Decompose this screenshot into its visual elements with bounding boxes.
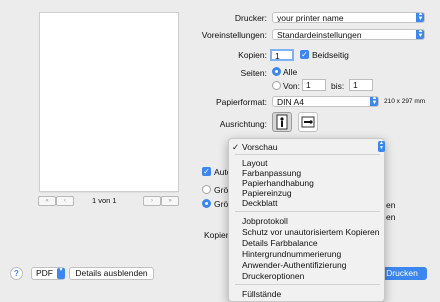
pdf-label: PDF [36, 268, 53, 278]
print-preview-page [40, 13, 178, 191]
presets-select[interactable]: Standardeinstellungen ▲ ▼ [272, 29, 425, 40]
menu-item-kopierschutz[interactable]: Schutz vor unautorisiertem Kopieren [242, 227, 380, 237]
menu-item-vorschau[interactable]: Vorschau [242, 142, 277, 152]
menu-item-farbanpassung[interactable]: Farbanpassung [242, 168, 301, 178]
orientation-portrait-button[interactable] [272, 112, 292, 132]
menu-item-layout[interactable]: Layout [242, 158, 268, 168]
menu-item-anwender-authentifizierung[interactable]: Anwender-Authentifizierung [242, 260, 346, 270]
printer-value: your printer name [277, 13, 344, 23]
first-page-button[interactable]: « [38, 196, 56, 206]
copies-label: Kopien: [238, 50, 267, 60]
scale-option-radio-2[interactable] [202, 199, 211, 208]
help-button[interactable]: ? [10, 267, 23, 280]
scale-option-radio-1[interactable] [202, 185, 211, 194]
orientation-label: Ausrichtung: [219, 119, 267, 129]
pages-all-label: Alle [283, 67, 298, 77]
pages-to-input[interactable]: 1 [349, 79, 373, 91]
page-counter: 1 von 1 [92, 196, 117, 205]
duplex-label: Beidseitig [312, 50, 349, 60]
chevron-updown-icon: ▲ ▼ [370, 96, 378, 106]
scale-option-label-2: Grö [214, 199, 229, 209]
menu-separator [235, 154, 380, 155]
chevron-updown-icon: ▲ ▼ [416, 12, 424, 22]
menu-item-papiereinzug[interactable]: Papiereinzug [242, 188, 292, 198]
copies-input[interactable]: 1 [270, 49, 294, 61]
pages-label: Seiten: [240, 68, 267, 78]
menu-separator [235, 284, 380, 285]
pages-from-label: Von: [283, 81, 301, 91]
menu-item-hintergrundnummerierung[interactable]: Hintergrundnummerierung [242, 249, 341, 259]
auto-rotate-checkbox[interactable]: ✓ [202, 167, 211, 176]
scale-option-label-1-end: en [386, 200, 396, 210]
pages-from-input[interactable]: 1 [302, 79, 326, 91]
scale-option-label-2-end: en [386, 212, 396, 222]
menu-item-druckeroptionen[interactable]: Druckeroptionen [242, 271, 304, 281]
printer-label: Drucker: [234, 13, 267, 23]
scale-option-label-1: Grö [214, 185, 229, 195]
options-menu: ✓ Vorschau ▲ ▼ Layout Farbanpassung Papie… [228, 138, 385, 302]
menu-item-jobprotokoll[interactable]: Jobprotokoll [242, 216, 288, 226]
paper-dimensions: 210 x 297 mm [384, 98, 426, 105]
orientation-landscape-button[interactable] [298, 112, 318, 132]
presets-label: Voreinstellungen: [201, 30, 267, 40]
menu-item-farbbalance[interactable]: Details Farbbalance [242, 238, 318, 248]
copies-per-page-label: Kopien [204, 230, 231, 240]
paper-size-label: Papierformat: [215, 97, 267, 107]
menu-item-deckblatt[interactable]: Deckblatt [242, 198, 277, 208]
landscape-icon [301, 116, 315, 128]
menu-separator [235, 211, 380, 212]
pages-all-radio[interactable] [272, 67, 281, 76]
menu-item-fuellstaende[interactable]: Füllstände [242, 289, 281, 299]
hide-details-button[interactable]: Details ausblenden [69, 267, 154, 280]
pages-to-label: bis: [331, 81, 345, 91]
chevron-updown-icon: ▲ ▼ [378, 140, 385, 152]
menu-item-papierhandhabung[interactable]: Papierhandhabung [242, 178, 314, 188]
paper-size-select[interactable]: DIN A4 ▲ ▼ [272, 96, 379, 107]
last-page-button[interactable]: » [161, 196, 179, 206]
next-page-button[interactable]: › [143, 196, 161, 206]
printer-select[interactable]: your printer name ▲ ▼ [272, 12, 425, 23]
checkmark-icon: ✓ [232, 142, 240, 152]
portrait-icon [276, 114, 288, 130]
pdf-menu-button[interactable]: PDF ▼ [31, 267, 65, 280]
previous-page-button[interactable]: ‹ [56, 196, 74, 206]
duplex-checkbox[interactable]: ✓ [300, 50, 309, 59]
presets-value: Standardeinstellungen [277, 30, 362, 40]
pages-range-radio[interactable] [272, 81, 281, 90]
chevron-updown-icon: ▲ ▼ [416, 29, 424, 39]
paper-size-value: DIN A4 [277, 97, 304, 107]
chevron-down-icon: ▼ [57, 268, 65, 279]
